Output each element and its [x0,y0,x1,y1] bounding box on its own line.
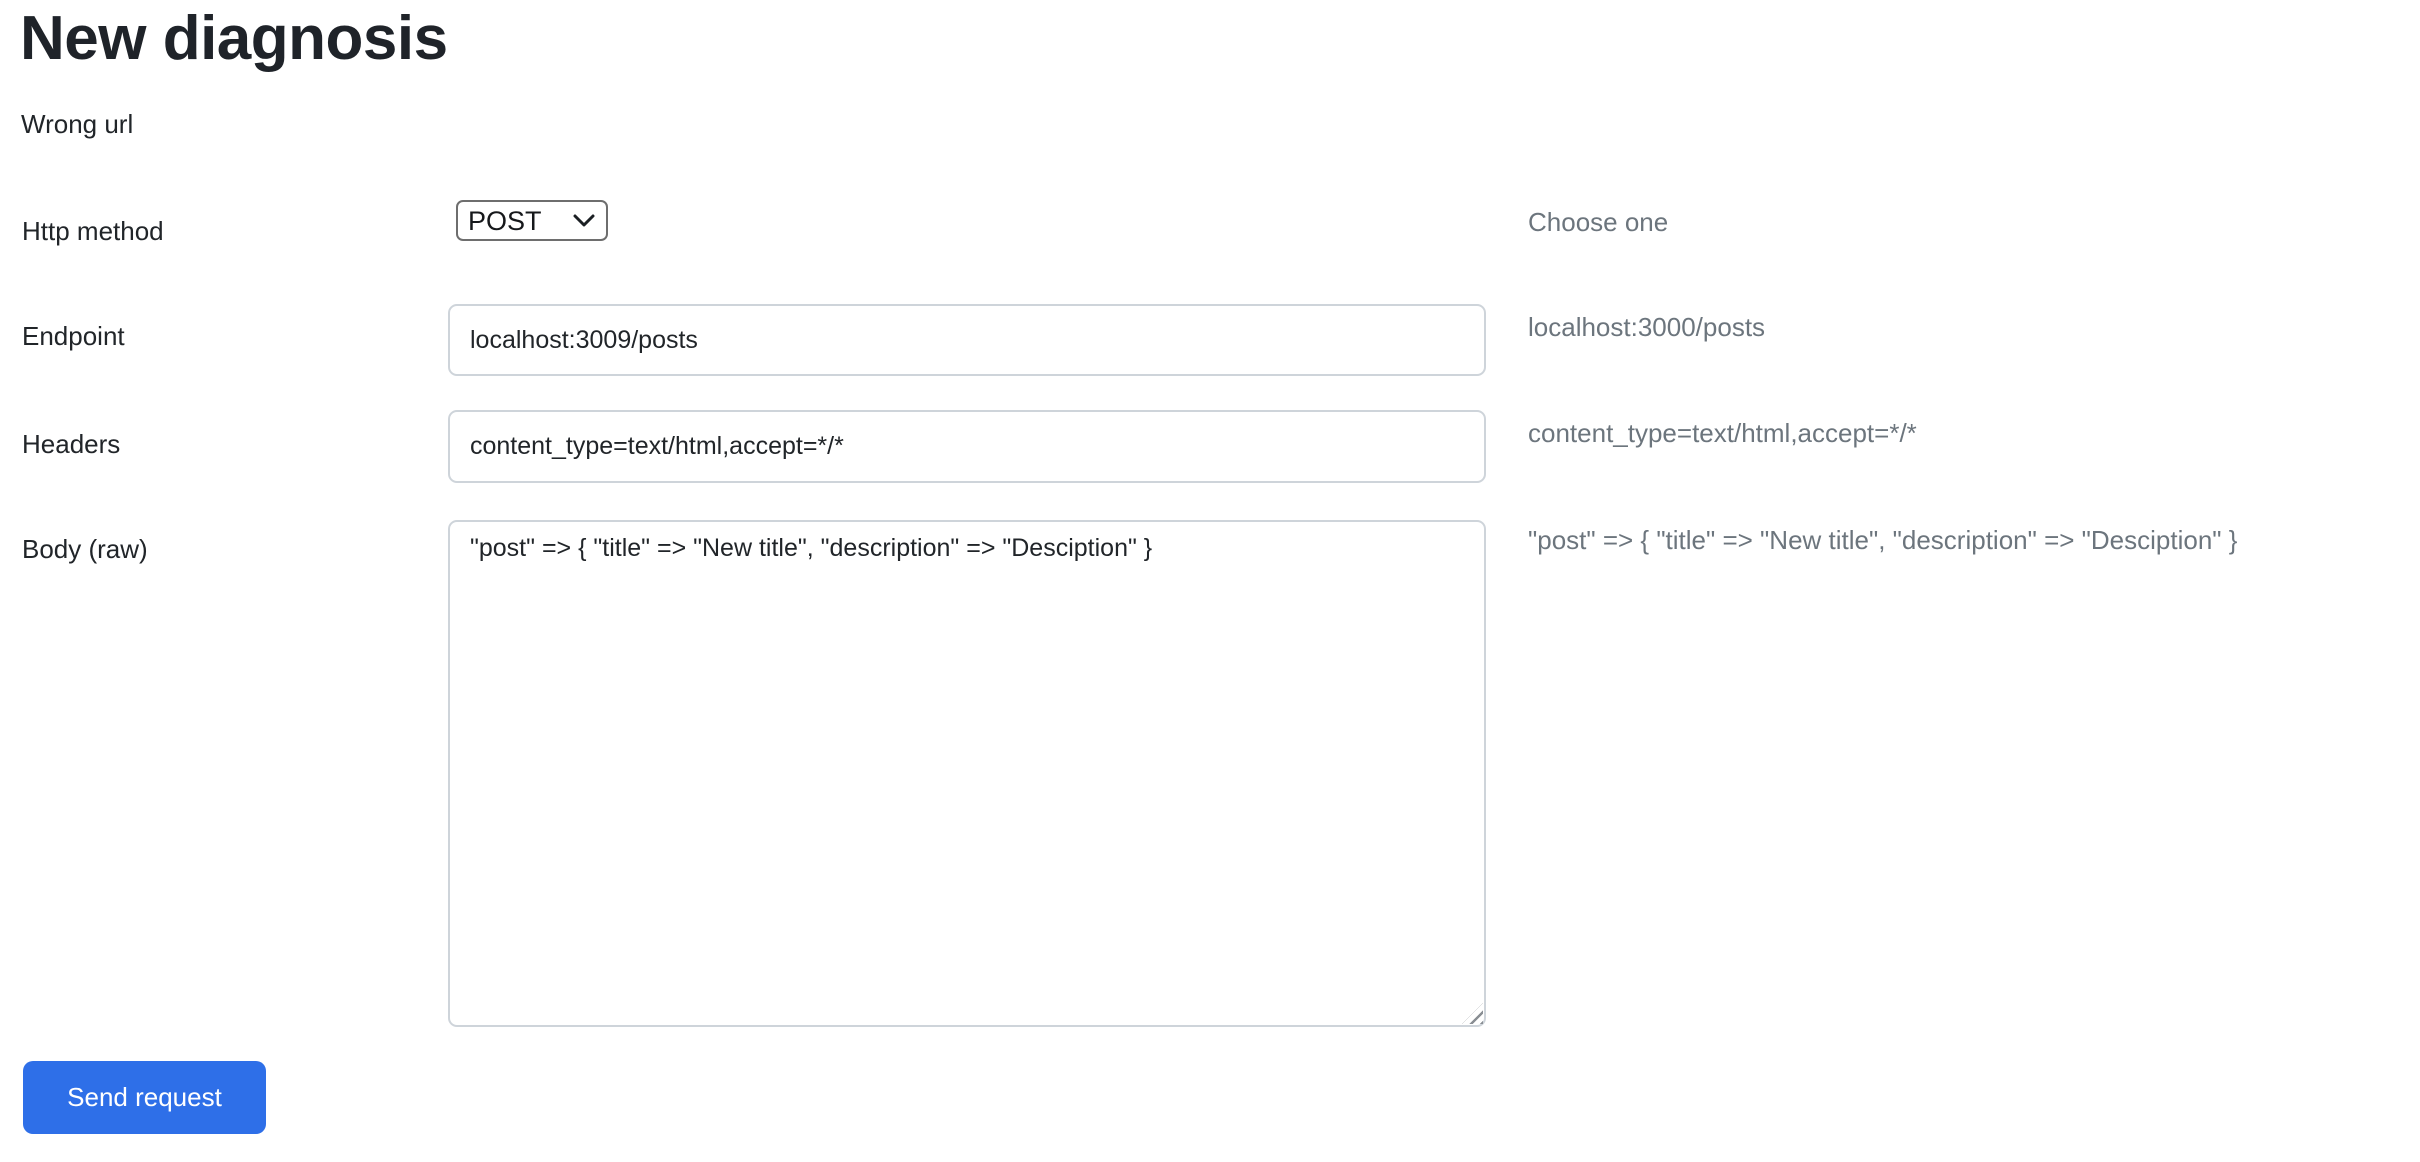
endpoint-hint: localhost:3000/posts [1528,312,1766,342]
endpoint-input[interactable] [448,304,1486,376]
body-raw-label: Body (raw) [22,534,148,564]
http-method-select[interactable]: POST [456,200,608,241]
headers-label: Headers [22,429,121,459]
diagnosis-name: Wrong url [21,109,134,139]
endpoint-label: Endpoint [22,321,125,351]
headers-input[interactable] [448,410,1486,483]
http-method-hint: Choose one [1528,207,1669,237]
headers-hint: content_type=text/html,accept=*/* [1528,418,1917,448]
http-method-label: Http method [22,216,164,246]
send-request-button[interactable]: Send request [23,1061,266,1134]
http-method-select-wrap: POST [456,200,608,241]
page-title: New diagnosis [20,4,448,73]
body-raw-textarea[interactable]: "post" => { "title" => "New title", "des… [448,520,1486,1027]
new-diagnosis-page: New diagnosis Wrong url Http method POST… [0,0,2420,1162]
body-raw-hint: "post" => { "title" => "New title", "des… [1528,525,2238,555]
